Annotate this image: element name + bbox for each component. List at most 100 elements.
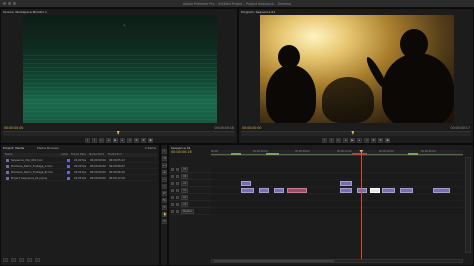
go-to-out-button[interactable]: ⇥ [127, 138, 132, 143]
media-browser-tab[interactable]: Media Browser [37, 146, 59, 150]
export-frame-button[interactable]: ◉ [385, 138, 390, 143]
rolling-tool-icon[interactable]: ⇼ [162, 170, 167, 175]
play-button[interactable]: ▶ [113, 138, 118, 143]
program-timecode-in[interactable]: 00:00:00:00 [242, 126, 261, 130]
timeline-clip[interactable] [382, 188, 395, 193]
razor-tool-icon[interactable]: ◇ [162, 184, 167, 189]
track-header-v2[interactable]: V2 [169, 174, 211, 180]
timeline-horizontal-scrollbar[interactable] [211, 259, 463, 263]
go-to-in-button[interactable]: ⇤ [99, 138, 104, 143]
track-lane-v1[interactable] [211, 181, 463, 187]
track-select-tool-icon[interactable]: ⇉ [162, 156, 167, 161]
step-forward-button[interactable]: ▸ [357, 138, 362, 143]
program-video-frame[interactable] [260, 15, 454, 123]
mark-out-button[interactable]: } [329, 138, 334, 143]
program-playhead[interactable] [351, 131, 355, 135]
timeline-clip[interactable] [241, 181, 252, 186]
step-back-button[interactable]: ◂ [106, 138, 111, 143]
zoom-tool-icon[interactable]: ⊙ [162, 219, 167, 224]
speaker-icon[interactable] [171, 203, 174, 206]
project-item-row[interactable]: Premiere_Demo_Footage_A.mov 24.00 fps 00:0… [3, 164, 157, 169]
track-header-v1[interactable]: V1 [169, 181, 211, 187]
project-item-row[interactable]: Sequence_Clip_001.mov 24.00 fps 00:00:00:0… [3, 158, 157, 163]
label-color-swatch[interactable] [67, 164, 70, 168]
slide-tool-icon[interactable]: ⇆ [162, 198, 167, 203]
eye-icon[interactable] [171, 175, 174, 178]
export-frame-button[interactable]: ◉ [148, 138, 153, 143]
source-time-ruler[interactable] [3, 131, 235, 136]
source-timecode-in[interactable]: 00:00:00:00 [4, 126, 23, 130]
slip-tool-icon[interactable]: ⇄ [162, 191, 167, 196]
lock-icon[interactable] [176, 182, 179, 185]
rate-stretch-tool-icon[interactable]: ⇿ [162, 177, 167, 182]
step-forward-button[interactable]: ▸ [120, 138, 125, 143]
work-area-bar[interactable] [211, 154, 463, 155]
track-lane-v3[interactable] [211, 167, 463, 173]
icon-view-icon[interactable] [11, 258, 16, 262]
go-to-out-button[interactable]: ⇥ [364, 138, 369, 143]
trash-icon[interactable] [35, 258, 40, 262]
speaker-icon[interactable] [171, 210, 174, 213]
program-monitor-tab[interactable]: Program: Sequence 01 [241, 10, 275, 14]
track-lane-v2[interactable] [211, 174, 463, 180]
hand-tool-icon[interactable]: ✋ [162, 212, 167, 217]
insert-button[interactable]: ⊕ [134, 138, 139, 143]
timeline-clip[interactable] [286, 188, 307, 193]
mark-in-button[interactable]: { [322, 138, 327, 143]
track-header-a1[interactable]: A1 [169, 188, 211, 194]
timeline-clip[interactable] [432, 188, 451, 193]
project-tab[interactable]: Project: Media [3, 146, 24, 150]
timeline-ruler[interactable]: 00:00 00:00:04:00 00:00:08:00 00:00:12:00 00… [211, 150, 463, 156]
list-view-icon[interactable] [3, 258, 8, 262]
label-color-swatch[interactable] [67, 170, 70, 174]
track-header-master[interactable]: Master [169, 209, 211, 215]
program-time-ruler[interactable] [241, 131, 471, 136]
source-video-frame[interactable]: ↖ [23, 15, 217, 123]
lock-icon[interactable] [176, 175, 179, 178]
track-header-v3[interactable]: V3 [169, 167, 211, 173]
timeline-timecode[interactable]: 00:00:00:16 [171, 150, 192, 154]
timeline-clip[interactable] [241, 188, 254, 193]
column-header[interactable]: Label [59, 153, 69, 157]
source-playhead[interactable] [116, 131, 120, 135]
column-header[interactable]: Frame Rate [69, 153, 87, 157]
timeline-vertical-scrollbar[interactable] [465, 157, 471, 253]
eye-icon[interactable] [171, 182, 174, 185]
speaker-icon[interactable] [171, 189, 174, 192]
new-item-icon[interactable] [27, 258, 32, 262]
timeline-playhead-line[interactable] [360, 150, 362, 262]
lock-icon[interactable] [176, 203, 179, 206]
column-header[interactable]: Name [3, 153, 59, 157]
track-lane-master[interactable] [211, 209, 463, 215]
source-monitor-tab[interactable]: Source: Workspace Monitor 1 [3, 10, 47, 14]
eye-icon[interactable] [171, 168, 174, 171]
insert-button[interactable]: ⊕ [371, 138, 376, 143]
mark-out-button[interactable]: } [92, 138, 97, 143]
lock-icon[interactable] [176, 168, 179, 171]
new-bin-icon[interactable] [19, 258, 24, 262]
overwrite-button[interactable]: ⊗ [378, 138, 383, 143]
track-header-a2[interactable]: A2 [169, 195, 211, 201]
track-lane-a1[interactable] [211, 188, 463, 194]
timeline-clip[interactable] [258, 188, 269, 193]
timeline-scroll-thumb[interactable] [214, 260, 334, 262]
lock-icon[interactable] [176, 210, 179, 213]
timeline-clip[interactable] [357, 188, 368, 193]
select-tool-icon[interactable]: ↖ [162, 149, 167, 154]
pen-tool-icon[interactable]: ✎ [162, 205, 167, 210]
timeline-clip[interactable] [339, 188, 353, 193]
mark-in-button[interactable]: { [85, 138, 90, 143]
track-lane-a2[interactable] [211, 195, 463, 201]
project-item-row[interactable]: Project_Sequence_01.prproj 24.00 fps 00:00… [3, 176, 157, 181]
selected-clip[interactable] [369, 188, 380, 193]
track-lane-a3[interactable] [211, 202, 463, 208]
timeline-clip[interactable] [339, 181, 353, 186]
project-item-row[interactable]: Premiere_Demo_Footage_B.mov 24.00 fps 00:0… [3, 170, 157, 175]
timeline-clip[interactable] [400, 188, 413, 193]
overwrite-button[interactable]: ⊗ [141, 138, 146, 143]
step-back-button[interactable]: ◂ [343, 138, 348, 143]
timeline-clip[interactable] [274, 188, 285, 193]
lock-icon[interactable] [176, 189, 179, 192]
speaker-icon[interactable] [171, 196, 174, 199]
label-color-swatch[interactable] [67, 158, 70, 162]
